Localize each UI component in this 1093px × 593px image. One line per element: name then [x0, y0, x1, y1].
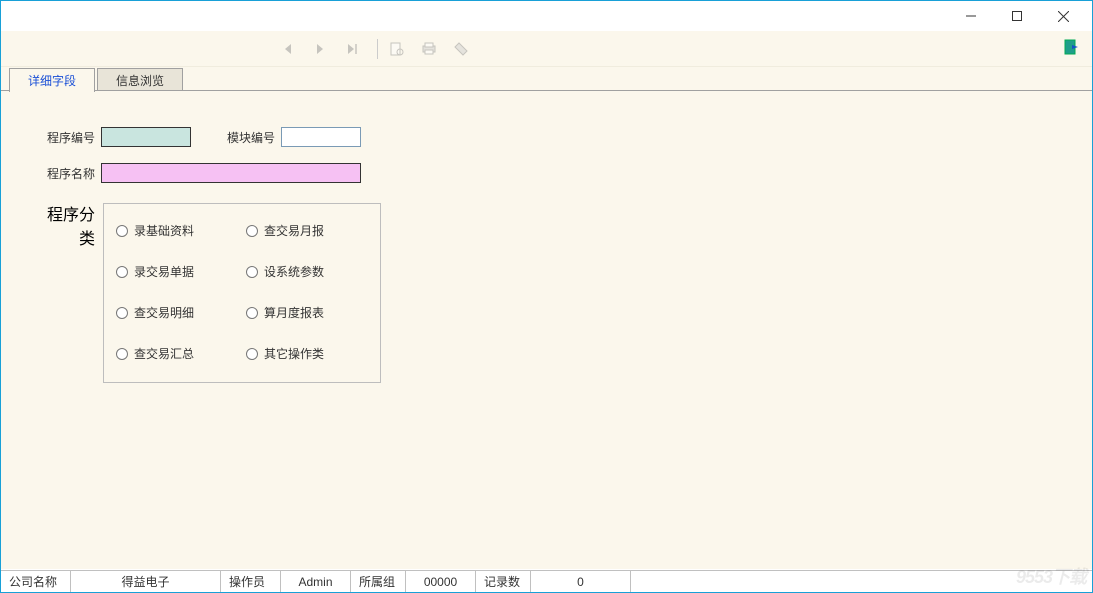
status-operator-value: Admin — [281, 571, 351, 592]
radio-monthly-table[interactable]: 算月度报表 — [246, 304, 368, 321]
radio-other-ops[interactable]: 其它操作类 — [246, 345, 368, 362]
radio-label: 其它操作类 — [264, 345, 324, 362]
radio-transaction-detail[interactable]: 查交易明细 — [116, 304, 238, 321]
module-id-input[interactable] — [281, 127, 361, 147]
prev-icon[interactable] — [275, 37, 301, 61]
radio-label: 查交易汇总 — [134, 345, 194, 362]
exit-icon[interactable] — [1062, 37, 1082, 57]
category-groupbox: 录基础资料 查交易月报 录交易单据 设系统参数 查交易明细 算月度报表 查交易汇… — [103, 203, 381, 383]
window-buttons — [948, 2, 1086, 30]
status-group-label: 所属组 — [351, 571, 406, 592]
status-bar: 公司名称 得益电子 操作员 Admin 所属组 00000 记录数 0 — [1, 570, 1092, 592]
toolbar-separator — [377, 39, 378, 59]
radio-basic-data[interactable]: 录基础资料 — [116, 222, 238, 239]
status-company-label: 公司名称 — [1, 571, 71, 592]
tag-icon[interactable] — [448, 37, 474, 61]
tab-browse[interactable]: 信息浏览 — [97, 68, 183, 92]
radio-label: 录基础资料 — [134, 222, 194, 239]
program-name-input[interactable] — [101, 163, 361, 183]
status-record-label: 记录数 — [476, 571, 531, 592]
category-label: 程序分类 — [41, 201, 101, 249]
maximize-button[interactable] — [994, 2, 1040, 30]
status-company-value: 得益电子 — [71, 571, 221, 592]
row-program-name: 程序名称 — [41, 163, 1052, 183]
minimize-button[interactable] — [948, 2, 994, 30]
module-id-label: 模块编号 — [221, 129, 281, 146]
tab-strip: 详细字段 信息浏览 — [1, 67, 1092, 91]
program-name-label: 程序名称 — [41, 165, 101, 182]
radio-transaction-summary[interactable]: 查交易汇总 — [116, 345, 238, 362]
radio-label: 查交易月报 — [264, 222, 324, 239]
status-group-value: 00000 — [406, 571, 476, 592]
radio-monthly-report[interactable]: 查交易月报 — [246, 222, 368, 239]
radio-transaction-doc[interactable]: 录交易单据 — [116, 263, 238, 280]
row-program-id: 程序编号 模块编号 — [41, 127, 1052, 147]
radio-label: 查交易明细 — [134, 304, 194, 321]
toolbar — [1, 31, 1092, 67]
radio-label: 录交易单据 — [134, 263, 194, 280]
radio-label: 算月度报表 — [264, 304, 324, 321]
window-titlebar — [1, 1, 1092, 31]
status-filler — [631, 571, 1092, 592]
program-id-input[interactable] — [101, 127, 191, 147]
status-operator-label: 操作员 — [221, 571, 281, 592]
preview-icon[interactable] — [384, 37, 410, 61]
program-id-label: 程序编号 — [41, 129, 101, 146]
tab-detail[interactable]: 详细字段 — [9, 68, 95, 92]
last-icon[interactable] — [339, 37, 365, 61]
radio-label: 设系统参数 — [264, 263, 324, 280]
next-icon[interactable] — [307, 37, 333, 61]
status-record-value: 0 — [531, 571, 631, 592]
content-area: 程序编号 模块编号 程序名称 程序分类 录基础资料 查交易月报 录交易单据 设系… — [1, 91, 1092, 569]
close-button[interactable] — [1040, 2, 1086, 30]
radio-system-params[interactable]: 设系统参数 — [246, 263, 368, 280]
print-icon[interactable] — [416, 37, 442, 61]
